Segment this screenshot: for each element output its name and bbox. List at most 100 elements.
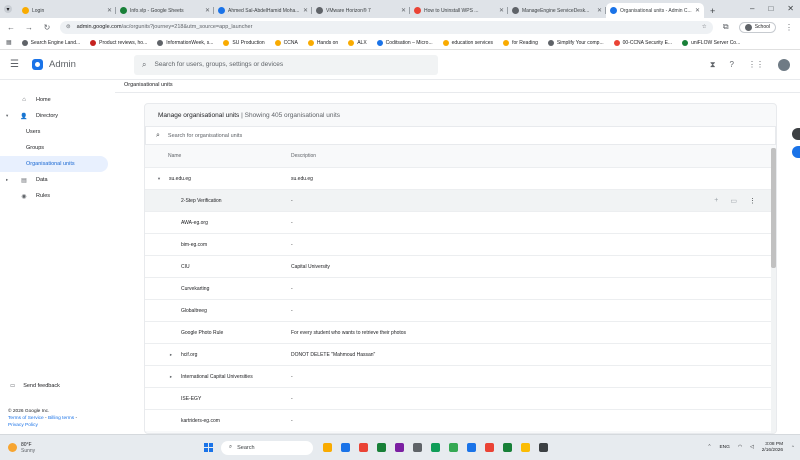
tab-close-icon[interactable]: ✕	[499, 7, 504, 14]
sidebar-item-groups[interactable]: Groups	[0, 140, 115, 156]
taskbar-app-icon[interactable]	[341, 443, 350, 452]
tab-close-icon[interactable]: ✕	[303, 7, 308, 14]
browser-tab[interactable]: Organisational units - Admin C... ✕	[606, 3, 704, 18]
table-row[interactable]: ▸ hcif.org DONOT DELETE "Mahmoud Hassan"	[145, 343, 776, 365]
close-window-icon[interactable]: ✕	[787, 4, 794, 13]
maximize-icon[interactable]: □	[768, 4, 773, 13]
clock[interactable]: 3:08 PM 2/16/2026	[762, 442, 783, 454]
start-button[interactable]	[204, 443, 213, 452]
admin-logo[interactable]: Admin	[32, 59, 124, 70]
expand-caret-icon[interactable]: ▾	[6, 113, 12, 119]
expand-row-icon[interactable]: ▸	[165, 352, 177, 358]
add-sub-unit-icon[interactable]: +	[714, 197, 718, 205]
bookmark-item[interactable]: Product reviews, ho...	[90, 39, 147, 46]
tray-chevron-icon[interactable]: ⌃	[707, 445, 711, 450]
taskbar-app-icon[interactable]	[521, 443, 530, 452]
table-row[interactable]: Curvekarting -	[145, 277, 776, 299]
table-row[interactable]: kartriders-eg.com -	[145, 409, 776, 431]
sidebar-item-users[interactable]: Users	[0, 124, 115, 140]
terms-link[interactable]: Terms of Service	[8, 416, 44, 421]
privacy-link[interactable]: Privacy Policy	[8, 422, 77, 429]
taskbar-app-icon[interactable]	[503, 443, 512, 452]
new-tab-button[interactable]: +	[704, 3, 721, 18]
sidebar-item-home[interactable]: ⌂ Home	[0, 92, 115, 108]
input-language[interactable]: ENG	[719, 445, 729, 450]
back-icon[interactable]: ←	[6, 23, 16, 32]
site-info-icon[interactable]: ⊜	[66, 24, 71, 30]
billing-link[interactable]: Billing terms	[48, 416, 74, 421]
taskbar-app-icon[interactable]	[431, 443, 440, 452]
browser-tab[interactable]: How to Uninstall WPS ... ✕	[410, 3, 508, 18]
account-avatar[interactable]	[778, 58, 790, 71]
table-row[interactable]: AWA-eg.org -	[145, 211, 776, 233]
main-menu-icon[interactable]: ☰	[10, 59, 22, 70]
global-search-input[interactable]: ⌕ Search for users, groups, settings or …	[134, 54, 438, 75]
tab-close-icon[interactable]: ✕	[107, 7, 112, 14]
bookmark-item[interactable]: SU Production	[223, 39, 265, 46]
taskbar-app-icon[interactable]	[467, 443, 476, 452]
table-row[interactable]: 2-Step Verification - + ▭ ⋮	[145, 189, 776, 211]
move-folder-icon[interactable]: ▭	[730, 197, 737, 205]
table-row[interactable]: ISE-EGY -	[145, 387, 776, 409]
taskbar-app-icon[interactable]	[323, 443, 332, 452]
tab-close-icon[interactable]: ✕	[205, 7, 210, 14]
reload-icon[interactable]: ↻	[42, 23, 52, 32]
apps-launcher-icon[interactable]: ⋮⋮	[748, 60, 764, 69]
bookmark-item[interactable]: 00-CCNA Security E...	[613, 39, 672, 46]
bookmark-item[interactable]: Simplify Your comp...	[547, 39, 604, 46]
bookmark-item[interactable]: Coditsation – Micro...	[376, 39, 433, 46]
taskbar-app-icon[interactable]	[413, 443, 422, 452]
table-row[interactable]: ▸ International Capital Universities -	[145, 365, 776, 387]
bookmark-item[interactable]: uniFLOW Server Co...	[682, 39, 740, 46]
send-feedback-link[interactable]: ▭ Send feedback	[10, 383, 60, 389]
taskbar-app-icon[interactable]	[359, 443, 368, 452]
notifications-icon[interactable]: ◔	[791, 445, 794, 450]
bookmark-item[interactable]: Search Engine Land...	[21, 39, 80, 46]
taskbar-app-icon[interactable]	[485, 443, 494, 452]
table-scrollbar[interactable]	[771, 148, 776, 433]
bookmark-item[interactable]: education services	[442, 39, 493, 46]
tab-close-icon[interactable]: ✕	[401, 7, 406, 14]
expand-row-icon[interactable]: ▾	[153, 176, 165, 182]
wifi-icon[interactable]: ◠	[738, 445, 742, 450]
extensions-icon[interactable]: ⧉	[721, 22, 731, 32]
bookmark-item[interactable]: Hands on	[307, 39, 338, 46]
tab-search-icon[interactable]: ▾	[4, 5, 12, 13]
table-row[interactable]: bim-eg.com -	[145, 233, 776, 255]
help-icon[interactable]: ?	[730, 60, 734, 69]
more-options-icon[interactable]: ⋮	[749, 197, 756, 205]
side-panel-assistant[interactable]	[792, 146, 800, 158]
bookmark-item[interactable]: for Reading	[503, 39, 538, 46]
expand-caret-icon[interactable]: ▸	[6, 177, 12, 183]
column-header-description[interactable]: Description	[291, 153, 316, 159]
bookmark-item[interactable]: CCNA	[274, 39, 298, 46]
browser-tab[interactable]: Login ✕	[18, 3, 116, 18]
table-row[interactable]: ▾ su.edu.eg su.edu.eg	[145, 167, 776, 189]
tab-close-icon[interactable]: ✕	[695, 7, 700, 14]
taskbar-app-icon[interactable]	[539, 443, 548, 452]
taskbar-app-icon[interactable]	[395, 443, 404, 452]
column-header-name[interactable]: Name	[145, 153, 291, 159]
browser-tab[interactable]: Ahmed Sal-AbdelHamid Moha... ✕	[214, 3, 312, 18]
browser-menu-icon[interactable]: ⋮	[784, 23, 794, 32]
sidebar-item-rules[interactable]: ◉ Rules	[0, 188, 115, 204]
side-panel-toggle[interactable]	[792, 128, 800, 140]
volume-icon[interactable]: ◁	[750, 445, 754, 450]
sidebar-item-organisational-units[interactable]: Organisational units	[0, 156, 108, 172]
expand-row-icon[interactable]: ▸	[165, 374, 177, 380]
hourglass-icon[interactable]: ⧗	[710, 60, 716, 70]
sidebar-item-directory[interactable]: ▾ 👤 Directory	[0, 108, 115, 124]
taskbar-app-icon[interactable]	[377, 443, 386, 452]
address-bar[interactable]: ⊜ admin.google.com/ac/orgunits?journey=2…	[60, 20, 713, 34]
sidebar-item-data[interactable]: ▸ ▤ Data	[0, 172, 115, 188]
browser-tab[interactable]: VMware Horizon® 7 ✕	[312, 3, 410, 18]
table-row[interactable]: CIU Capital University	[145, 255, 776, 277]
table-row[interactable]: Globaltreeg -	[145, 299, 776, 321]
bookmark-star-icon[interactable]: ☆	[702, 24, 707, 30]
bookmark-item[interactable]: ALX	[348, 39, 367, 46]
bookmark-item[interactable]: InformationWeek, s...	[157, 39, 213, 46]
browser-tab[interactable]: ManageEngine ServiceDesk... ✕	[508, 3, 606, 18]
browser-tab[interactable]: Info.vlp - Google Sheets ✕	[116, 3, 214, 18]
tab-close-icon[interactable]: ✕	[597, 7, 602, 14]
profile-button[interactable]: School	[738, 21, 776, 33]
